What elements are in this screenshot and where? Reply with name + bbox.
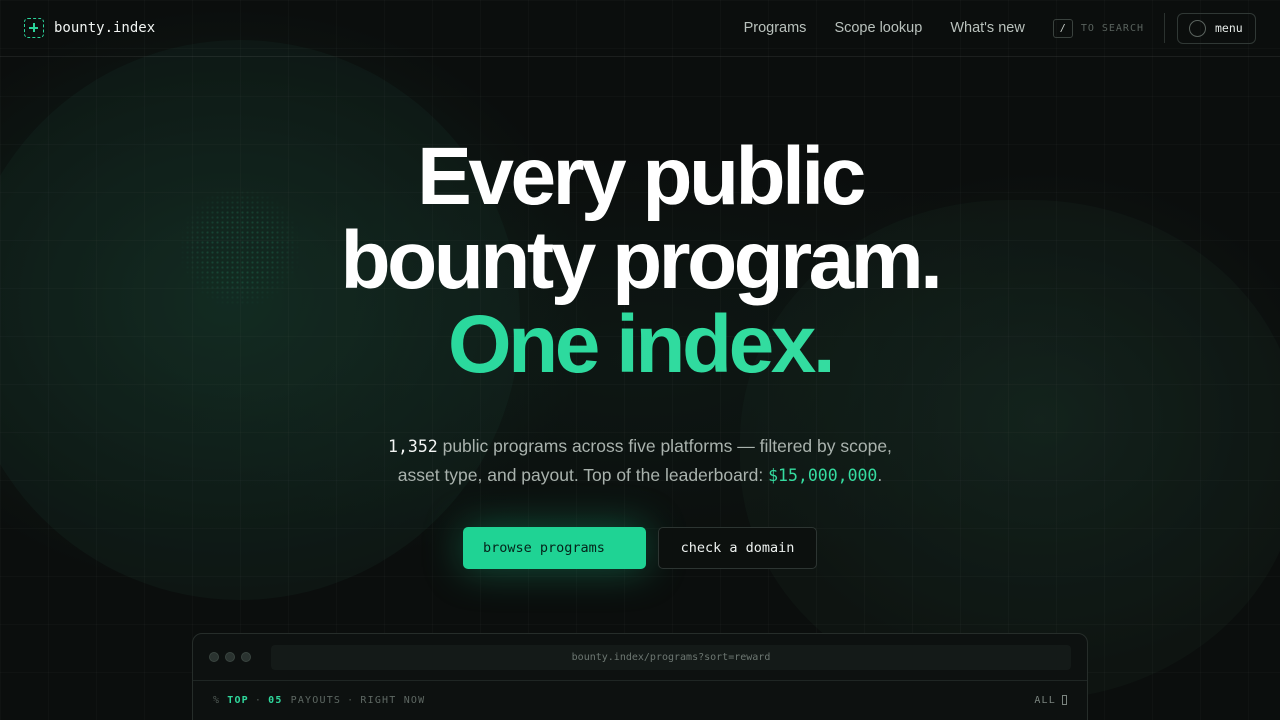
hero-title-line-2: bounty program.	[340, 215, 943, 306]
window-dot-icon	[241, 652, 251, 662]
check-domain-button[interactable]: check a domain	[658, 527, 817, 569]
leaderboard-header: % TOP · 05 PAYOUTS · RIGHT NOW ALL	[193, 681, 1087, 719]
hero-title-line-1: Every public	[417, 131, 866, 222]
arrow-icon	[1062, 695, 1067, 705]
subtitle-text-1: public programs across five platforms — …	[437, 436, 892, 456]
nav-link-programs[interactable]: Programs	[744, 20, 807, 36]
program-count: 1,352	[388, 437, 438, 456]
payouts-label: PAYOUTS	[290, 694, 342, 706]
hero-subtitle: 1,352 public programs across five platfo…	[0, 432, 1280, 490]
right-now-label: RIGHT NOW	[360, 694, 426, 706]
brand-link[interactable]: bounty.index	[24, 18, 155, 38]
window-dot-icon	[225, 652, 235, 662]
search-hint-text: TO SEARCH	[1080, 22, 1144, 34]
nav-link-whats-new[interactable]: What's new	[950, 20, 1025, 36]
window-controls	[209, 652, 251, 662]
top-count: 05	[268, 694, 283, 706]
hero-cta-group: browse programs check a domain	[463, 527, 817, 569]
separator-dot: ·	[347, 694, 355, 706]
view-all-link[interactable]: ALL	[1034, 695, 1067, 706]
search-shortcut[interactable]: / TO SEARCH	[1052, 18, 1144, 38]
address-bar[interactable]: bounty.index/programs?sort=reward	[271, 644, 1071, 670]
hero-title: Every public bounty program. One index.	[0, 135, 1280, 387]
top-nav-bar: bounty.index Programs Scope lookup What'…	[0, 0, 1280, 57]
top-label: TOP	[227, 694, 249, 706]
view-all-label: ALL	[1034, 694, 1056, 706]
nav-link-scope-lookup[interactable]: Scope lookup	[834, 20, 922, 36]
subtitle-text-2: asset type, and payout. Top of the leade…	[397, 465, 769, 485]
window-title-bar: bounty.index/programs?sort=reward	[193, 634, 1087, 681]
browse-programs-button[interactable]: browse programs	[463, 527, 646, 569]
preview-browser-window: bounty.index/programs?sort=reward % TOP …	[192, 633, 1088, 720]
top-payout-value: $15,000,000	[768, 466, 878, 485]
hero-section: Every public bounty program. One index.	[0, 135, 1280, 387]
brand-name: bounty.index	[54, 20, 156, 36]
subtitle-end: .	[877, 465, 883, 485]
window-dot-icon	[209, 652, 219, 662]
main-nav: Programs Scope lookup What's new / TO SE…	[716, 12, 1256, 44]
separator-dot: ·	[254, 694, 263, 706]
prompt-prefix: %	[213, 694, 221, 706]
menu-circle-icon	[1189, 19, 1206, 37]
slash-key-badge: /	[1052, 18, 1073, 38]
brand-logo-icon	[24, 18, 44, 38]
divider	[1164, 13, 1165, 43]
menu-label: menu	[1215, 21, 1243, 35]
hero-title-accent: One index.	[0, 303, 1280, 387]
menu-button[interactable]: menu	[1177, 12, 1256, 44]
